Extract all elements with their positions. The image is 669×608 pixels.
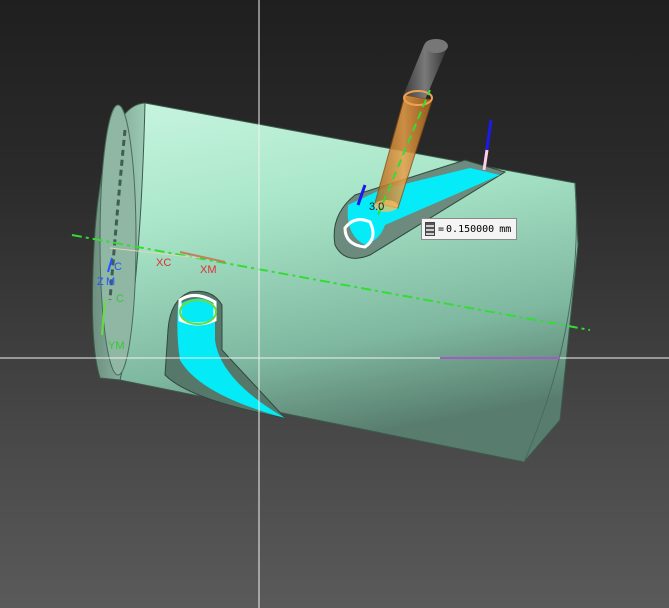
axis-label-zc: C <box>114 261 122 273</box>
axis-label-xc: XC <box>156 257 171 269</box>
axis-label-xm: XM <box>200 264 217 276</box>
axis-label-ym: YM <box>108 340 125 352</box>
axis-label-zm: Z <box>97 276 104 288</box>
tooltip-grid-icon <box>425 222 435 236</box>
value-tooltip[interactable]: = 0.150000 mm <box>421 218 517 240</box>
tooltip-unit: mm <box>499 223 512 235</box>
cad-viewport[interactable]: C Z M XC XM C YM 3.0 <box>0 0 669 608</box>
axis-label-zm-index: M <box>106 276 115 288</box>
tooltip-value: 0.150000 <box>446 223 495 235</box>
tool-value-label: 3.0 <box>369 201 384 213</box>
tooltip-prefix: = <box>438 223 445 235</box>
axis-label-yc: C <box>116 293 124 305</box>
